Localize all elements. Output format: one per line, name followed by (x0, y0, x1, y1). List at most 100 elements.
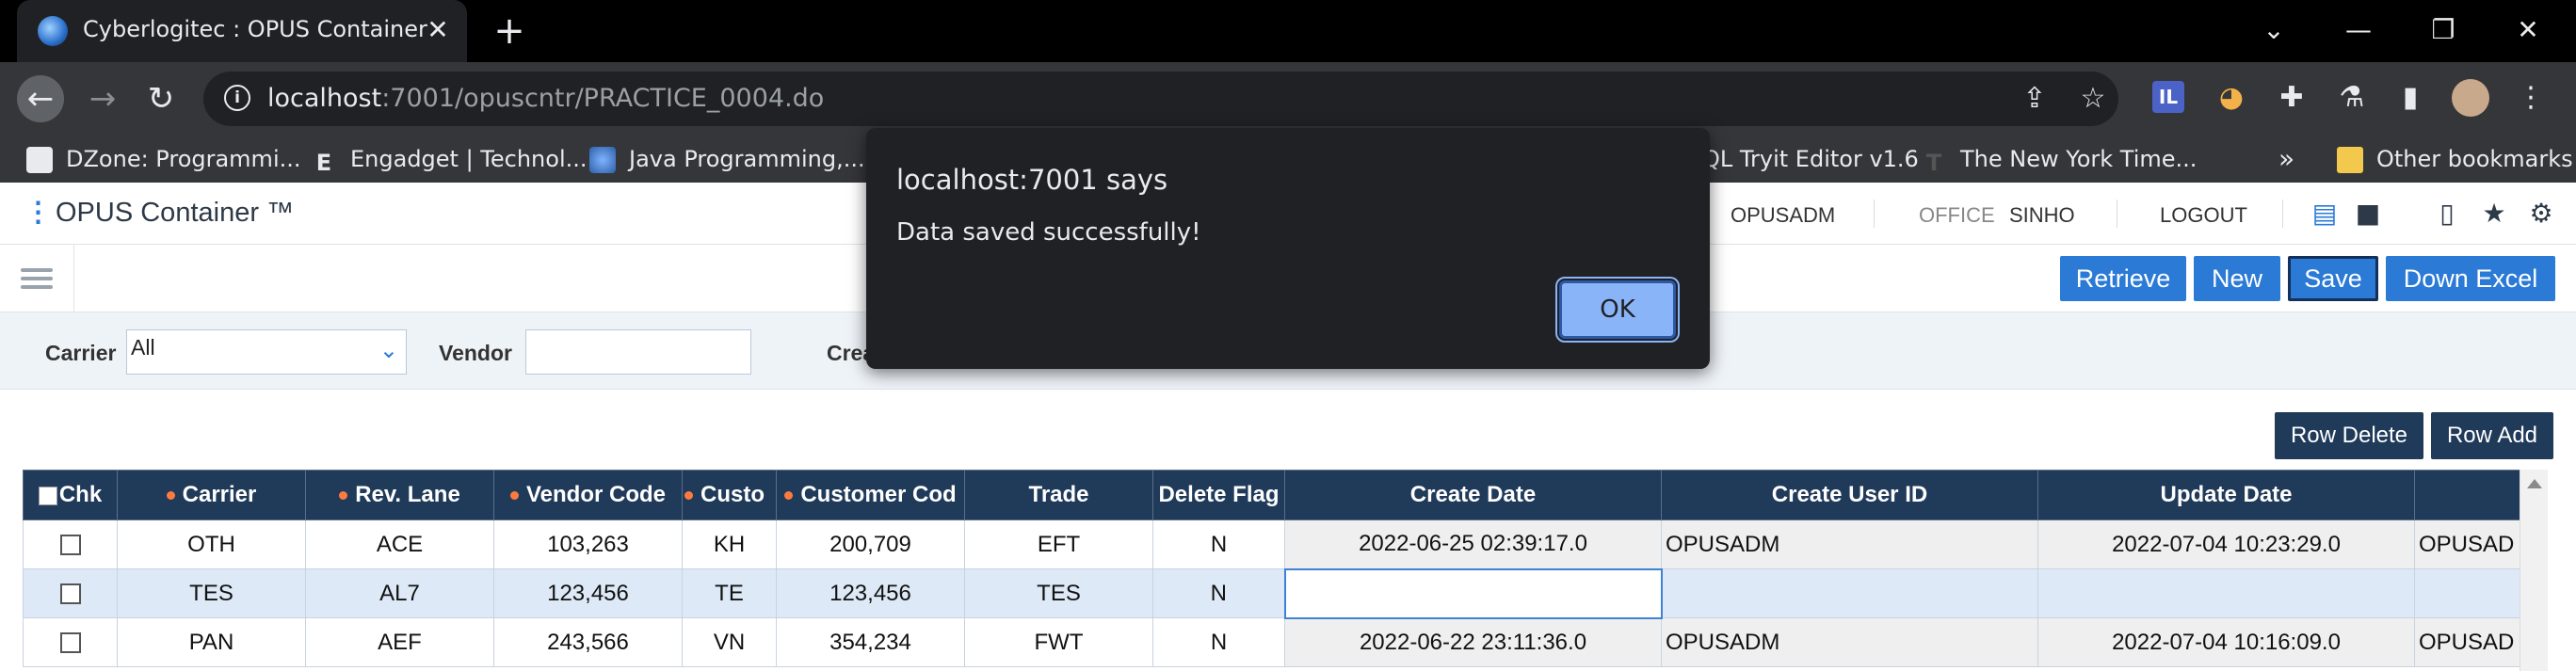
bookmarks-overflow-button[interactable]: » (2278, 143, 2294, 175)
column-header-delete-flag[interactable]: Delete Flag (1152, 470, 1285, 520)
row-checkbox[interactable] (59, 535, 81, 556)
cell-customer-code[interactable]: 200,709 (776, 519, 965, 569)
column-header-update-date[interactable]: Update Date (2037, 470, 2415, 520)
column-header-create-date[interactable]: Create Date (1284, 470, 1662, 520)
cell-rev-lane[interactable]: AEF (305, 617, 494, 667)
close-window-button[interactable]: ✕ (2486, 0, 2570, 60)
bookmark-dzone[interactable]: DZone: Programmi... (26, 143, 301, 175)
table-row[interactable]: OTH ACE 103,263 KH 200,709 EFT N 2022-06… (23, 519, 2520, 569)
labs-flask-icon[interactable]: ⚗ (2333, 79, 2371, 117)
cell-create-user-id[interactable]: OPUSADM (1661, 617, 2038, 667)
cell-customer[interactable]: VN (682, 617, 777, 667)
layout-split-icon[interactable]: ▤ (2310, 200, 2339, 228)
cell-create-date[interactable] (1283, 567, 1663, 619)
column-header-customer-code[interactable]: Customer Cod (776, 470, 965, 520)
favorite-star-icon[interactable]: ★ (2480, 200, 2508, 228)
bookmark-engadget[interactable]: E Engadget | Technol... (311, 143, 588, 176)
row-checkbox-cell[interactable] (23, 519, 118, 569)
column-header-create-user-id[interactable]: Create User ID (1661, 470, 2038, 520)
column-header-vendor-code[interactable]: Vendor Code (493, 470, 683, 520)
cell-vendor-code[interactable]: 123,456 (493, 568, 683, 618)
settings-gear-icon[interactable]: ⚙ (2527, 200, 2555, 228)
cell-rev-lane[interactable]: AL7 (305, 568, 494, 618)
cell-delete-flag[interactable]: N (1152, 519, 1285, 569)
cell-update-user[interactable]: OPUSAD (2414, 519, 2520, 569)
cell-vendor-code[interactable]: 243,566 (493, 617, 683, 667)
table-row[interactable]: TES AL7 123,456 TE 123,456 TES N (23, 567, 2520, 619)
cell-create-user-id[interactable]: OPUSADM (1661, 519, 2038, 569)
carrier-select[interactable]: All ⌄ (126, 329, 407, 375)
share-icon[interactable]: ⇪ (2017, 81, 2053, 117)
extension-intellij-icon[interactable]: IL (2152, 81, 2184, 113)
row-checkbox[interactable] (59, 583, 81, 605)
row-add-button[interactable]: Row Add (2431, 412, 2553, 459)
table-row[interactable]: PAN AEF 243,566 VN 354,234 FWT N 2022-06… (23, 617, 2520, 667)
minimize-button[interactable]: — (2316, 0, 2401, 60)
other-bookmarks[interactable]: Other bookmarks (2337, 143, 2573, 175)
column-header-update-user[interactable] (2414, 470, 2520, 520)
new-tab-button[interactable]: + (488, 9, 531, 53)
scroll-up-arrow-icon[interactable] (2527, 479, 2542, 488)
profile-avatar-icon[interactable] (2452, 79, 2489, 117)
logout-link[interactable]: LOGOUT (2160, 203, 2247, 228)
tab-search-icon[interactable]: ⌄ (2231, 0, 2316, 60)
vendor-input[interactable] (525, 329, 751, 375)
column-header-chk[interactable]: Chk (23, 470, 118, 520)
app-logo[interactable]: ⋮ OPUS Container ™ (24, 196, 294, 229)
grid-scrollbar[interactable] (2520, 470, 2548, 671)
forward-button[interactable]: → (79, 75, 126, 122)
column-header-trade[interactable]: Trade (964, 470, 1153, 520)
column-header-customer[interactable]: Custo (682, 470, 777, 520)
cell-trade[interactable]: FWT (964, 617, 1153, 667)
side-panel-icon[interactable]: ▮ (2391, 79, 2429, 117)
select-all-checkbox[interactable] (38, 486, 57, 505)
extensions-puzzle-icon[interactable]: ✚ (2273, 79, 2310, 117)
save-button[interactable]: Save (2288, 256, 2378, 301)
cell-carrier[interactable]: OTH (117, 519, 306, 569)
cell-rev-lane[interactable]: ACE (305, 519, 494, 569)
cell-customer[interactable]: TE (682, 568, 777, 618)
dialog-ok-button[interactable]: OK (1555, 277, 1680, 343)
extension-avatar-icon[interactable]: ◕ (2213, 79, 2250, 117)
bookmark-star-icon[interactable]: ☆ (2075, 81, 2111, 117)
back-button[interactable]: ← (17, 75, 64, 122)
cell-carrier[interactable]: TES (117, 568, 306, 618)
url-text[interactable]: localhost:7001/opuscntr/PRACTICE_0004.do (267, 84, 824, 113)
cell-create-date[interactable]: 2022-06-22 23:11:36.0 (1284, 617, 1662, 667)
retrieve-button[interactable]: Retrieve (2060, 256, 2186, 301)
cell-update-date[interactable] (2037, 568, 2415, 618)
address-bar[interactable]: i localhost:7001/opuscntr/PRACTICE_0004.… (203, 72, 2118, 126)
cell-customer[interactable]: KH (682, 519, 777, 569)
user-name[interactable]: OPUSADM (1731, 203, 1835, 228)
column-header-carrier[interactable]: Carrier (117, 470, 306, 520)
bookmark-nytimes[interactable]: T The New York Time... (1921, 143, 2198, 176)
cell-trade[interactable]: EFT (964, 519, 1153, 569)
cell-vendor-code[interactable]: 103,263 (493, 519, 683, 569)
office-value[interactable]: SINHO (2009, 203, 2075, 228)
restore-button[interactable]: ❐ (2401, 0, 2486, 60)
reload-button[interactable]: ↻ (137, 75, 185, 122)
cell-delete-flag[interactable]: N (1152, 568, 1285, 618)
new-button[interactable]: New (2194, 256, 2280, 301)
column-header-rev-lane[interactable]: Rev. Lane (305, 470, 494, 520)
site-info-icon[interactable]: i (224, 85, 250, 111)
cell-update-date[interactable]: 2022-07-04 10:23:29.0 (2037, 519, 2415, 569)
browser-tab[interactable]: Cyberlogitec : OPUS Container ✕ (17, 0, 467, 62)
menu-hamburger-icon[interactable] (21, 264, 53, 296)
cell-delete-flag[interactable]: N (1152, 617, 1285, 667)
cell-trade[interactable]: TES (964, 568, 1153, 618)
row-checkbox[interactable] (59, 632, 81, 654)
row-checkbox-cell[interactable] (23, 568, 118, 618)
cell-update-date[interactable]: 2022-07-04 10:16:09.0 (2037, 617, 2415, 667)
bookmark-java[interactable]: Java Programming,... (589, 143, 865, 175)
row-checkbox-cell[interactable] (23, 617, 118, 667)
cell-customer-code[interactable]: 354,234 (776, 617, 965, 667)
tab-close-icon[interactable]: ✕ (422, 11, 454, 49)
cell-create-user-id[interactable] (1661, 568, 2038, 618)
row-delete-button[interactable]: Row Delete (2275, 412, 2423, 459)
layout-full-icon[interactable]: ■ (2354, 200, 2382, 228)
cell-create-date[interactable]: 2022-06-25 02:39:17.0 (1284, 519, 1662, 569)
down-excel-button[interactable]: Down Excel (2386, 256, 2555, 301)
cell-carrier[interactable]: PAN (117, 617, 306, 667)
browser-menu-icon[interactable]: ⋮ (2512, 79, 2550, 117)
